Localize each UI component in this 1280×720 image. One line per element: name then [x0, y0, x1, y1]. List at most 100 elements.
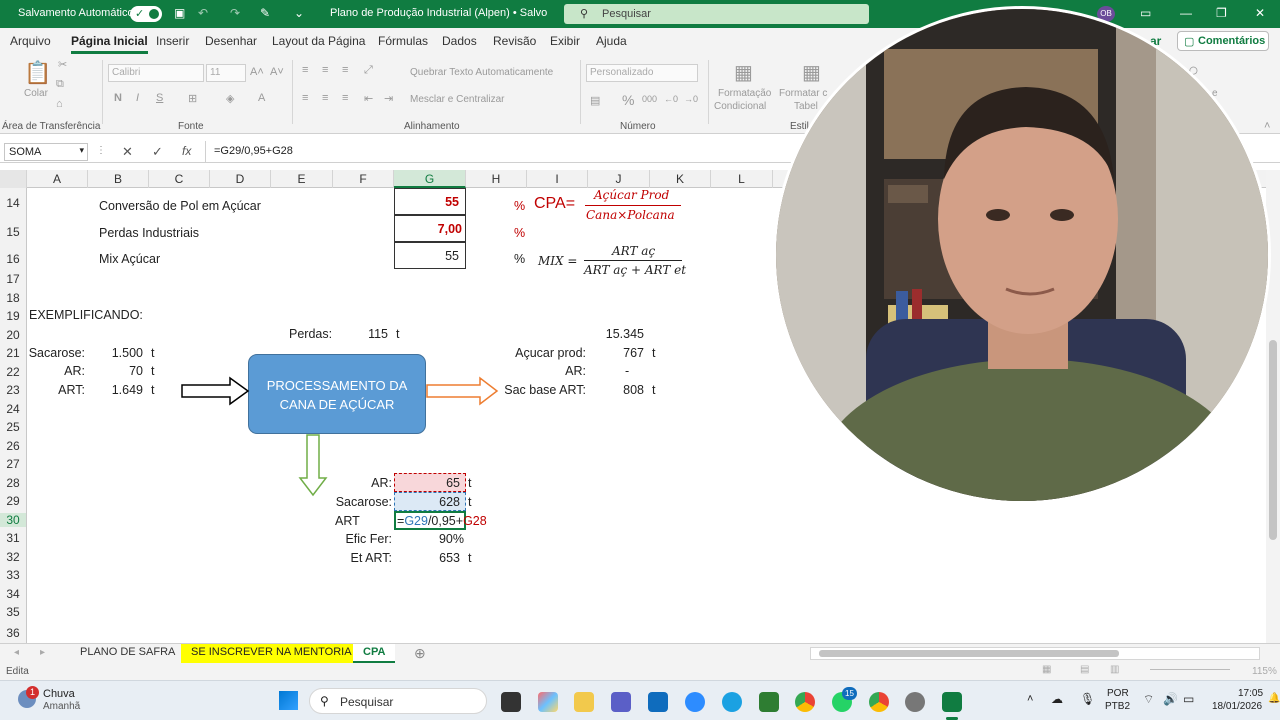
accounting-format-icon[interactable]: ▤ — [590, 94, 600, 107]
conditional-format-label-2[interactable]: Condicional — [714, 101, 766, 112]
font-name-select[interactable]: Calibri — [108, 64, 204, 82]
collapse-ribbon-icon[interactable]: ˄ — [1264, 120, 1270, 132]
enter-icon[interactable]: ✓ — [152, 144, 163, 160]
chrome-icon[interactable] — [795, 692, 815, 712]
row-header[interactable]: 23 — [0, 383, 26, 397]
row-header[interactable]: 18 — [0, 291, 26, 305]
underline-button[interactable]: S — [156, 92, 163, 104]
row-header[interactable]: 19 — [0, 309, 26, 323]
chevron-up-icon[interactable]: ˄ — [1027, 693, 1033, 705]
edge-icon[interactable] — [722, 692, 742, 712]
scrollbar-thumb[interactable] — [819, 650, 1119, 657]
column-header-h[interactable]: H — [466, 170, 527, 188]
row-header[interactable]: 34 — [0, 587, 26, 601]
task-view-icon[interactable] — [501, 692, 521, 712]
volume-icon[interactable]: 🔊 — [1163, 692, 1178, 706]
row-header[interactable]: 25 — [0, 420, 26, 434]
cancel-icon[interactable]: ✕ — [122, 144, 133, 160]
column-header-i[interactable]: I — [527, 170, 588, 188]
menu-exibir[interactable]: Exibir — [550, 34, 580, 48]
column-header-a[interactable]: A — [27, 170, 88, 188]
format-table-label-2[interactable]: Tabel — [794, 101, 818, 112]
minimize-icon[interactable]: — — [1180, 6, 1192, 20]
align-top-icon[interactable]: ≡ — [302, 64, 308, 76]
font-size-select[interactable]: 11 — [206, 64, 246, 82]
add-sheet-icon[interactable]: ⊕ — [414, 645, 426, 662]
name-box[interactable]: SOMA ▾ — [4, 143, 88, 161]
settings-icon[interactable] — [905, 692, 925, 712]
font-color-icon[interactable]: A — [258, 92, 265, 104]
menu-pagina-inicial[interactable]: Página Inicial — [71, 34, 148, 54]
microphone-icon[interactable]: 🎙 — [1080, 692, 1095, 706]
paste-label[interactable]: Colar — [24, 88, 48, 99]
column-header-k[interactable]: K — [650, 170, 711, 188]
next-sheet-icon[interactable]: ▸ — [40, 647, 45, 658]
clock-date[interactable]: 18/01/2026 — [1212, 701, 1262, 712]
row-header[interactable]: 15 — [0, 225, 26, 239]
merge-center-button[interactable]: Mesclar e Centralizar — [410, 94, 504, 105]
row-header[interactable]: 36 — [0, 626, 26, 640]
row-header[interactable]: 16 — [0, 252, 26, 266]
row-header[interactable]: 27 — [0, 457, 26, 471]
outlook-icon[interactable] — [648, 692, 668, 712]
cut-icon[interactable]: ✂ — [58, 58, 67, 71]
align-center-icon[interactable]: ≡ — [322, 92, 328, 104]
align-middle-icon[interactable]: ≡ — [322, 64, 328, 76]
fill-color-icon[interactable]: ◈ — [226, 92, 234, 105]
row-header[interactable]: 20 — [0, 328, 26, 342]
bold-button[interactable]: N — [114, 92, 122, 104]
customize-toolbar-icon[interactable]: ⌄ — [294, 6, 304, 20]
language-1[interactable]: POR — [1107, 688, 1129, 699]
cell-g16[interactable]: 55 — [394, 242, 466, 269]
increase-indent-icon[interactable]: ⇥ — [384, 92, 393, 105]
italic-button[interactable]: I — [136, 92, 139, 104]
tab-plano-de-safra[interactable]: PLANO DE SAFRA — [70, 644, 187, 663]
shrink-font-icon[interactable]: A˅ — [270, 66, 284, 78]
autosave-toggle[interactable]: ✓ — [130, 6, 162, 22]
tab-cpa[interactable]: CPA — [353, 644, 396, 663]
conditional-format-label-1[interactable]: Formatação — [718, 88, 771, 99]
language-2[interactable]: PTB2 — [1105, 701, 1130, 712]
process-shape[interactable]: PROCESSAMENTO DA CANA DE AÇÚCAR — [248, 354, 426, 434]
zoom-slider[interactable] — [1150, 669, 1230, 670]
align-left-icon[interactable]: ≡ — [302, 92, 308, 104]
row-header[interactable]: 30 — [0, 513, 26, 527]
column-header-f[interactable]: F — [333, 170, 394, 188]
windows-start-icon[interactable] — [279, 691, 298, 710]
menu-desenhar[interactable]: Desenhar — [205, 34, 257, 48]
menu-arquivo[interactable]: Arquivo — [10, 34, 51, 48]
column-header-b[interactable]: B — [88, 170, 149, 188]
chrome-profile-icon[interactable] — [869, 692, 889, 712]
close-icon[interactable]: ✕ — [1255, 6, 1265, 20]
excel-icon[interactable] — [942, 692, 962, 712]
menu-revisao[interactable]: Revisão — [493, 34, 536, 48]
tab-se-inscrever-na-mentoria[interactable]: SE INSCREVER NA MENTORIA — [181, 644, 362, 663]
page-layout-icon[interactable]: ▤ — [1080, 664, 1089, 675]
number-format-select[interactable]: Personalizado — [586, 64, 698, 82]
decrease-decimal-icon[interactable]: →0 — [684, 94, 698, 104]
row-header[interactable]: 32 — [0, 550, 26, 564]
zoom-icon[interactable] — [685, 692, 705, 712]
borders-icon[interactable]: ⊞ — [188, 92, 197, 105]
copilot-icon[interactable] — [538, 692, 558, 712]
horizontal-scrollbar[interactable] — [810, 647, 1260, 660]
comments-button[interactable]: ▢ Comentários — [1177, 31, 1269, 51]
clock-time[interactable]: 17:05 — [1238, 688, 1263, 699]
file-explorer-icon[interactable] — [574, 692, 594, 712]
paint-format-icon[interactable]: ✎ — [260, 6, 270, 20]
active-cell-g30[interactable]: =G29/0,95+G28 — [394, 511, 487, 530]
notification-icon[interactable]: 🔔 — [1268, 693, 1280, 704]
prev-sheet-icon[interactable]: ◂ — [14, 647, 19, 658]
format-table-label-1[interactable]: Formatar c — [779, 88, 827, 99]
document-title[interactable]: Plano de Produção Industrial (Alpen) • S… — [330, 7, 547, 19]
column-header-j[interactable]: J — [588, 170, 650, 188]
menu-formulas[interactable]: Fórmulas — [378, 34, 428, 48]
wifi-icon[interactable]: ⌔ — [1143, 692, 1154, 707]
select-all-button[interactable] — [0, 170, 27, 188]
increase-decimal-icon[interactable]: ←0 — [664, 94, 678, 104]
cell-g14[interactable]: 55 — [394, 188, 466, 215]
row-header[interactable]: 14 — [0, 196, 26, 210]
app-icon[interactable] — [759, 692, 779, 712]
row-header[interactable]: 22 — [0, 365, 26, 379]
grow-font-icon[interactable]: A˄ — [250, 66, 264, 78]
